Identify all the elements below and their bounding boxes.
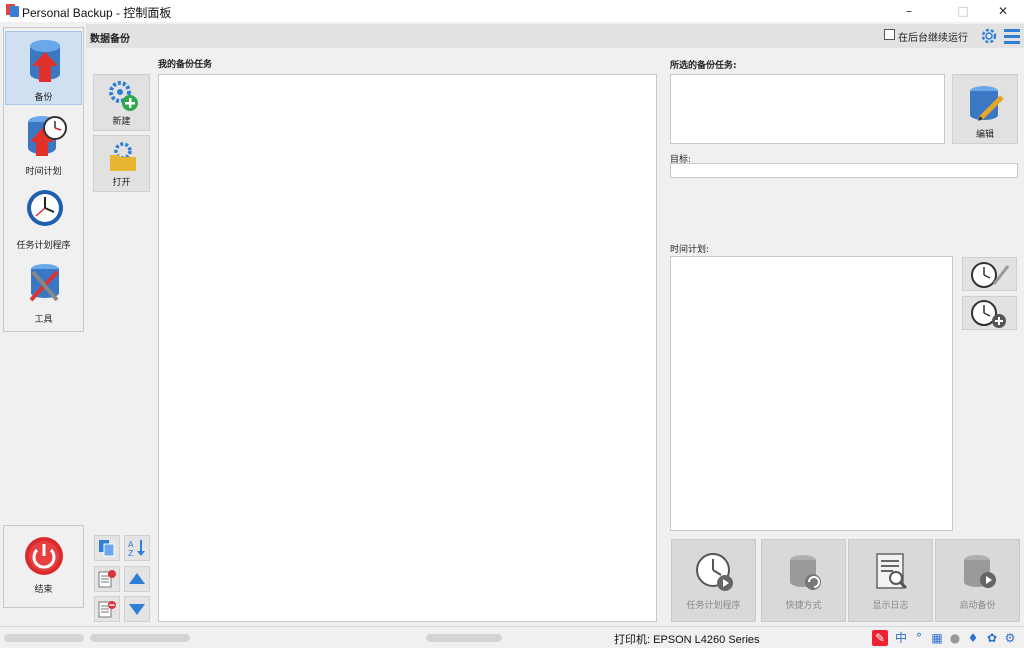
header-strip: 数据备份 在后台继续运行: [86, 24, 1024, 48]
nav-task-scheduler[interactable]: 任务计划程序: [5, 180, 82, 254]
toolbox-icon[interactable]: ✿: [984, 630, 1000, 646]
arrow-down-icon: [129, 604, 145, 615]
keyboard-icon[interactable]: ▦: [929, 630, 945, 646]
nav-backup-label: 备份: [34, 93, 53, 103]
gear-add-icon: [109, 81, 138, 111]
start-backup-button[interactable]: 启动备份: [935, 539, 1020, 622]
edit-task-label: 编辑: [975, 130, 994, 140]
status-bar: 打印机: EPSON L4260 Series ✎ 中 ° ▦ ● ♦ ✿ ⚙: [0, 626, 1024, 648]
schedule-list[interactable]: [670, 256, 953, 531]
list-delete-icon: [98, 570, 116, 588]
move-up-button[interactable]: [124, 566, 150, 592]
log-search-icon: [876, 553, 908, 590]
sort-az-button[interactable]: A Z: [124, 535, 150, 561]
nav-schedule[interactable]: 时间计划: [5, 106, 82, 180]
new-task-button[interactable]: 新建: [93, 74, 150, 131]
status-redacted-3: [426, 634, 502, 642]
menu-icon[interactable]: [1003, 27, 1021, 45]
my-tasks-label: 我的备份任务: [158, 60, 213, 70]
start-backup-action-label: 启动备份: [959, 601, 996, 611]
copy-icon: [99, 540, 115, 557]
sort-az-icon: A Z: [128, 540, 145, 558]
shortcut-button[interactable]: 快捷方式: [761, 539, 846, 622]
copy-task-button[interactable]: [94, 535, 120, 561]
database-play-icon: [964, 555, 996, 588]
tray-settings-icon[interactable]: ⚙: [1002, 630, 1018, 646]
add-schedule-button[interactable]: [962, 296, 1017, 330]
task-scheduler-action-label: 任务计划程序: [686, 601, 741, 611]
open-task-label: 打开: [112, 178, 131, 188]
printer-status: 打印机: EPSON L4260 Series: [614, 634, 760, 646]
nav-tools-label: 工具: [34, 315, 53, 325]
list-remove-icon: [98, 601, 116, 618]
nav-task-scheduler-label: 任务计划程序: [16, 241, 71, 251]
database-edit-icon: [970, 86, 1004, 121]
background-run-checkbox[interactable]: [884, 29, 895, 40]
close-button[interactable]: ✕: [980, 0, 1024, 22]
nav-tools[interactable]: 工具: [5, 254, 82, 328]
app-icon: [6, 4, 19, 17]
remove-task-button[interactable]: [94, 596, 120, 622]
clock-icon: [27, 190, 63, 226]
new-task-label: 新建: [112, 117, 131, 127]
database-upload-icon: [30, 40, 60, 82]
clock-edit-icon: [971, 262, 1010, 288]
user-icon[interactable]: ●: [947, 630, 963, 646]
database-clock-icon: [28, 116, 67, 156]
selected-task-label: 所选的备份任务:: [670, 61, 737, 71]
delete-task-button[interactable]: [94, 566, 120, 592]
nav-backup[interactable]: 备份: [5, 31, 82, 105]
nav-schedule-label: 时间计划: [25, 167, 62, 177]
quit-button[interactable]: 结束: [3, 525, 84, 608]
tools-icon: [29, 264, 59, 302]
left-navigation: 备份 时间计划 任务计划程序 工具: [3, 27, 84, 332]
background-run-label[interactable]: 在后台继续运行: [898, 29, 968, 44]
show-log-action-label: 显示日志: [872, 601, 909, 611]
clock-play-icon: [696, 553, 733, 591]
title-bar: Personal Backup - 控制面板 – □ ✕: [0, 0, 1024, 22]
quit-label: 结束: [34, 585, 53, 595]
selected-task-box[interactable]: [670, 74, 945, 144]
move-down-button[interactable]: [124, 596, 150, 622]
shortcut-icon: [790, 555, 821, 590]
settings-gear-icon[interactable]: [979, 26, 999, 46]
open-task-button[interactable]: 打开: [93, 135, 150, 192]
edit-schedule-button[interactable]: [962, 257, 1017, 291]
window-title: Personal Backup - 控制面板: [22, 6, 172, 20]
svg-text:Z: Z: [128, 549, 134, 558]
my-tasks-list[interactable]: [158, 74, 657, 622]
section-title: 数据备份: [90, 34, 130, 45]
task-scheduler-button[interactable]: 任务计划程序: [671, 539, 756, 622]
ime-icon[interactable]: ✎: [872, 630, 888, 646]
status-redacted-1: [4, 634, 84, 642]
show-log-button[interactable]: 显示日志: [848, 539, 933, 622]
arrow-up-icon: [129, 573, 145, 584]
target-field[interactable]: [670, 163, 1018, 178]
clock-add-icon: [971, 300, 1006, 328]
skin-icon[interactable]: ♦: [965, 630, 981, 646]
svg-text:A: A: [128, 540, 134, 549]
chinese-input-icon[interactable]: 中: [893, 630, 909, 646]
power-icon: [25, 537, 63, 575]
minimize-button[interactable]: –: [886, 0, 932, 22]
schedule-label: 时间计划:: [670, 245, 710, 255]
edit-task-button[interactable]: 编辑: [952, 74, 1018, 144]
shortcut-action-label: 快捷方式: [785, 601, 822, 611]
status-redacted-2: [90, 634, 190, 642]
gear-folder-icon: [110, 142, 136, 171]
punctuation-icon[interactable]: °: [911, 630, 927, 646]
